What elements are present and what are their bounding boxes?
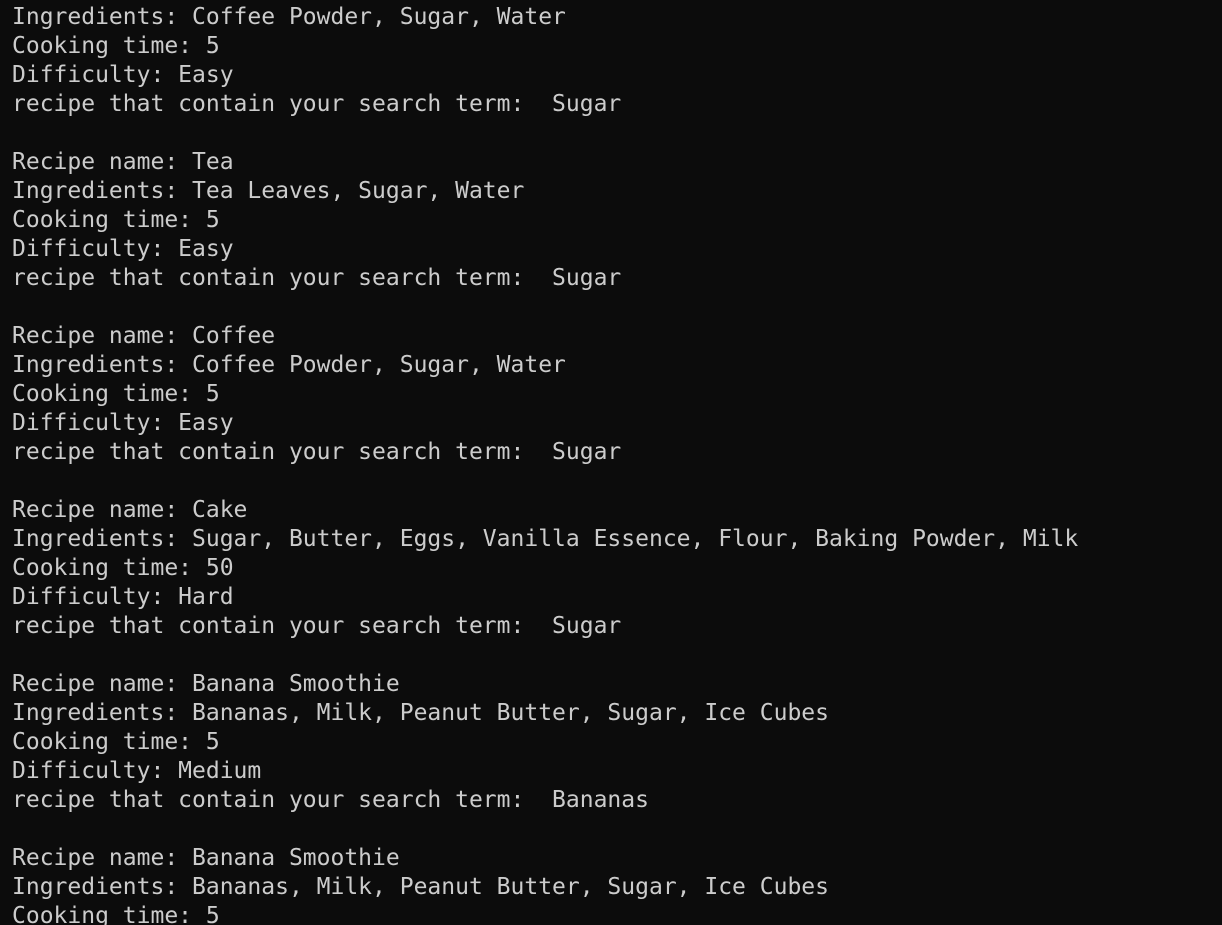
output-line: Ingredients: Bananas, Milk, Peanut Butte… — [12, 874, 829, 900]
terminal-output[interactable]: Ingredients: Coffee Powder, Sugar, Water… — [0, 0, 1222, 925]
output-line: Recipe name: Cake — [12, 497, 248, 523]
output-line: Ingredients: Coffee Powder, Sugar, Water — [12, 4, 566, 30]
output-line: Ingredients: Bananas, Milk, Peanut Butte… — [12, 700, 829, 726]
output-line: Cooking time: 5 — [12, 381, 220, 407]
output-line: Cooking time: 5 — [12, 903, 220, 925]
output-line: Cooking time: 50 — [12, 555, 234, 581]
output-line: recipe that contain your search term: Su… — [12, 91, 622, 117]
output-line: Cooking time: 5 — [12, 729, 220, 755]
output-line: Ingredients: Coffee Powder, Sugar, Water — [12, 352, 566, 378]
output-line: Recipe name: Banana Smoothie — [12, 671, 400, 697]
output-line: recipe that contain your search term: Su… — [12, 613, 622, 639]
output-line: Recipe name: Banana Smoothie — [12, 845, 400, 871]
output-line: Difficulty: Hard — [12, 584, 234, 610]
output-line: recipe that contain your search term: Su… — [12, 265, 622, 291]
output-line: Ingredients: Tea Leaves, Sugar, Water — [12, 178, 525, 204]
output-line: recipe that contain your search term: Su… — [12, 439, 622, 465]
output-line: Difficulty: Easy — [12, 62, 234, 88]
output-line: Cooking time: 5 — [12, 33, 220, 59]
output-line: Difficulty: Medium — [12, 758, 262, 784]
output-line: recipe that contain your search term: Ba… — [12, 787, 649, 813]
output-line: Difficulty: Easy — [12, 236, 234, 262]
output-line: Ingredients: Sugar, Butter, Eggs, Vanill… — [12, 526, 1079, 552]
output-line: Difficulty: Easy — [12, 410, 234, 436]
output-line: Recipe name: Coffee — [12, 323, 276, 349]
output-line: Recipe name: Tea — [12, 149, 234, 175]
output-line: Cooking time: 5 — [12, 207, 220, 233]
